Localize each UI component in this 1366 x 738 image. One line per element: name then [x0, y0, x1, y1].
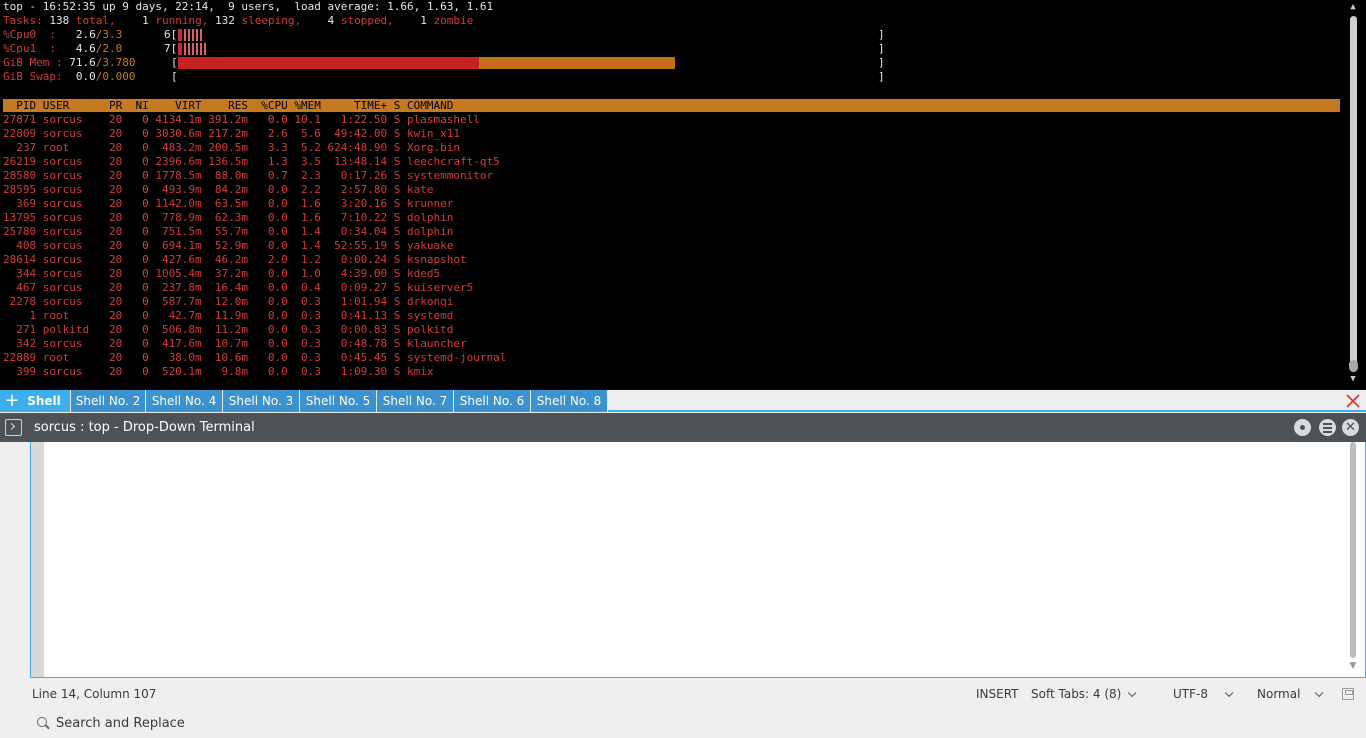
process-row: 28614 sorcus 20 0 427.6m 46.2m 2.0 1.2 0…	[3, 253, 467, 266]
cpu0-meter-close: ]	[878, 28, 885, 41]
encoding-label: UTF-8	[1173, 687, 1208, 701]
scroll-up-icon[interactable]: ▲	[1348, 2, 1358, 12]
top-summary-line: top - 16:52:35 up 9 days, 22:14, 9 users…	[3, 0, 494, 13]
process-row: 22809 sorcus 20 0 3030.6m 217.2m 2.6 5.6…	[3, 127, 460, 140]
editor-gutter	[31, 442, 44, 677]
cpu1-user: 4.6	[55, 42, 96, 55]
swap-total: /0.000	[95, 70, 136, 83]
swap-used: 0.0	[62, 70, 96, 83]
process-row: 28580 sorcus 20 0 1778.5m 88.0m 0.7 2.3 …	[3, 169, 494, 182]
scroll-track[interactable]	[1350, 16, 1357, 372]
process-row: 369 sorcus 20 0 1142.0m 63.5m 0.0 1.6 3:…	[3, 197, 454, 210]
plus-icon[interactable]: +	[4, 392, 20, 410]
swap-line: GiB Swap: 0.0/0.000	[3, 70, 135, 84]
cpu1-system: /2.0	[95, 42, 123, 55]
process-row: 25780 sorcus 20 0 751.5m 55.7m 0.0 1.4 0…	[3, 225, 454, 238]
cpu0-line: %Cpu0 : 2.6/3.3	[3, 28, 122, 42]
tasks-line: Tasks: 138 total, 1 running, 132 sleepin…	[3, 14, 473, 28]
highlight-mode-dropdown[interactable]: Normal	[1257, 687, 1324, 701]
tasks-prefix: Tasks:	[3, 14, 43, 27]
tab-shell-4[interactable]: Shell No. 4	[146, 390, 223, 412]
terminal-scrollbar[interactable]: ▲ ▼	[1346, 2, 1360, 388]
process-row: 342 sorcus 20 0 417.6m 10.7m 0.0 0.3 0:4…	[3, 337, 467, 350]
tasks-sleeping-label: sleeping,	[234, 14, 302, 27]
search-icon[interactable]	[37, 717, 47, 727]
tab-shell-5[interactable]: Shell No. 5	[300, 390, 377, 412]
mem-label: GiB Mem :	[3, 56, 63, 69]
indentation-dropdown[interactable]: Soft Tabs: 4 (8)	[1031, 687, 1137, 701]
save-icon[interactable]	[1342, 688, 1354, 700]
swap-meter-open: [	[171, 70, 178, 83]
process-table-header: PID USER PR NI VIRT RES %CPU %MEM TIME+ …	[3, 99, 1340, 112]
search-and-replace-button[interactable]: Search and Replace	[56, 716, 185, 731]
mem-meter-open: [	[171, 56, 178, 69]
process-row: 467 sorcus 20 0 237.8m 16.4m 0.0 0.4 0:0…	[3, 281, 474, 294]
process-row: 408 sorcus 20 0 694.1m 52.9m 0.0 1.4 52:…	[3, 239, 454, 252]
scroll-down-icon[interactable]: ▼	[1348, 374, 1358, 384]
swap-meter-close: ]	[878, 70, 885, 83]
mem-line: GiB Mem : 71.6/3.780	[3, 56, 135, 70]
scroll-thumb[interactable]	[1349, 360, 1358, 372]
process-row: 13795 sorcus 20 0 778.9m 62.3m 0.0 1.6 7…	[3, 211, 454, 224]
tasks-zombie-label: zombie	[426, 14, 474, 27]
process-row: 399 sorcus 20 0 520.1m 9.8m 0.0 0.3 1:09…	[3, 365, 434, 378]
tasks-running: 1	[115, 14, 149, 27]
cpu1-label: %Cpu1 :	[3, 42, 56, 55]
cpu1-meter	[178, 43, 206, 55]
window-title: sorcus : top - Drop-Down Terminal	[34, 420, 255, 435]
editor-view[interactable]	[30, 442, 1366, 678]
process-row: 22889 root 20 0 38.0m 10.6m 0.0 0.3 0:45…	[3, 351, 507, 364]
tasks-sleeping: 132	[208, 14, 235, 27]
tab-shell-7[interactable]: Shell No. 7	[377, 390, 454, 412]
process-row: 26219 sorcus 20 0 2396.6m 136.5m 1.3 3.5…	[3, 155, 500, 168]
process-row: 27871 sorcus 20 0 4134.1m 391.2m 0.0 10.…	[3, 113, 480, 126]
swap-label: GiB Swap:	[3, 70, 63, 83]
close-window-icon[interactable]: ✕	[1342, 419, 1359, 436]
tab-shell-6[interactable]: Shell No. 6	[454, 390, 531, 412]
highlight-mode-label: Normal	[1257, 687, 1301, 701]
mem-used: 71.6	[62, 56, 96, 69]
search-bar	[0, 710, 1366, 738]
cpu1-meter-open: 7[	[164, 42, 178, 55]
mem-buffer-meter	[479, 57, 675, 69]
tasks-zombie: 1	[393, 14, 427, 27]
mem-meter-close: ]	[878, 56, 885, 69]
cpu1-meter-close: ]	[878, 42, 885, 55]
tasks-stopped-label: stopped,	[334, 14, 394, 27]
tab-shell-3[interactable]: Shell No. 3	[223, 390, 300, 412]
encoding-dropdown[interactable]: UTF-8	[1173, 687, 1234, 701]
cpu1-line: %Cpu1 : 4.6/2.0	[3, 42, 122, 56]
cpu0-meter-open: 6[	[164, 28, 178, 41]
process-row: 344 sorcus 20 0 1005.4m 37.2m 0.0 1.0 4:…	[3, 267, 441, 280]
tasks-running-label: running,	[148, 14, 209, 27]
process-row: 1 root 20 0 42.7m 11.9m 0.0 0.3 0:41.13 …	[3, 309, 454, 322]
cursor-position[interactable]: Line 14, Column 107	[32, 687, 156, 701]
keep-above-icon[interactable]	[1294, 419, 1311, 436]
cpu0-user: 2.6	[55, 28, 96, 41]
input-mode[interactable]: INSERT	[976, 687, 1019, 701]
tasks-total: 138	[42, 14, 70, 27]
editor-scroll-track[interactable]	[1350, 442, 1356, 658]
tasks-stopped: 4	[301, 14, 335, 27]
tasks-total-label: total,	[69, 14, 116, 27]
status-bar	[0, 680, 1366, 710]
mem-total: /3.780	[95, 56, 136, 69]
process-row: 2278 sorcus 20 0 587.7m 12.0m 0.0 0.3 1:…	[3, 295, 454, 308]
mem-used-meter	[178, 57, 479, 69]
hamburger-icon[interactable]	[1319, 419, 1336, 436]
terminal-icon	[5, 419, 22, 436]
tab-shell-2[interactable]: Shell No. 2	[71, 390, 146, 412]
cpu0-system: /3.3	[95, 28, 123, 41]
cpu0-meter	[178, 29, 202, 41]
process-row: 271 polkitd 20 0 506.8m 11.2m 0.0 0.3 0:…	[3, 323, 454, 336]
cpu0-label: %Cpu0 :	[3, 28, 56, 41]
editor-scroll-down-icon[interactable]: ▼	[1348, 661, 1358, 671]
close-icon[interactable]	[1344, 392, 1362, 410]
indentation-label: Soft Tabs: 4 (8)	[1031, 687, 1122, 701]
process-row: 237 root 20 0 483.2m 200.5m 3.3 5.2 624:…	[3, 141, 460, 154]
terminal-view[interactable]: top - 16:52:35 up 9 days, 22:14, 9 users…	[0, 0, 1366, 390]
tab-shell-8[interactable]: Shell No. 8	[531, 390, 608, 412]
process-row: 28595 sorcus 20 0 493.9m 84.2m 0.0 2.2 2…	[3, 183, 434, 196]
